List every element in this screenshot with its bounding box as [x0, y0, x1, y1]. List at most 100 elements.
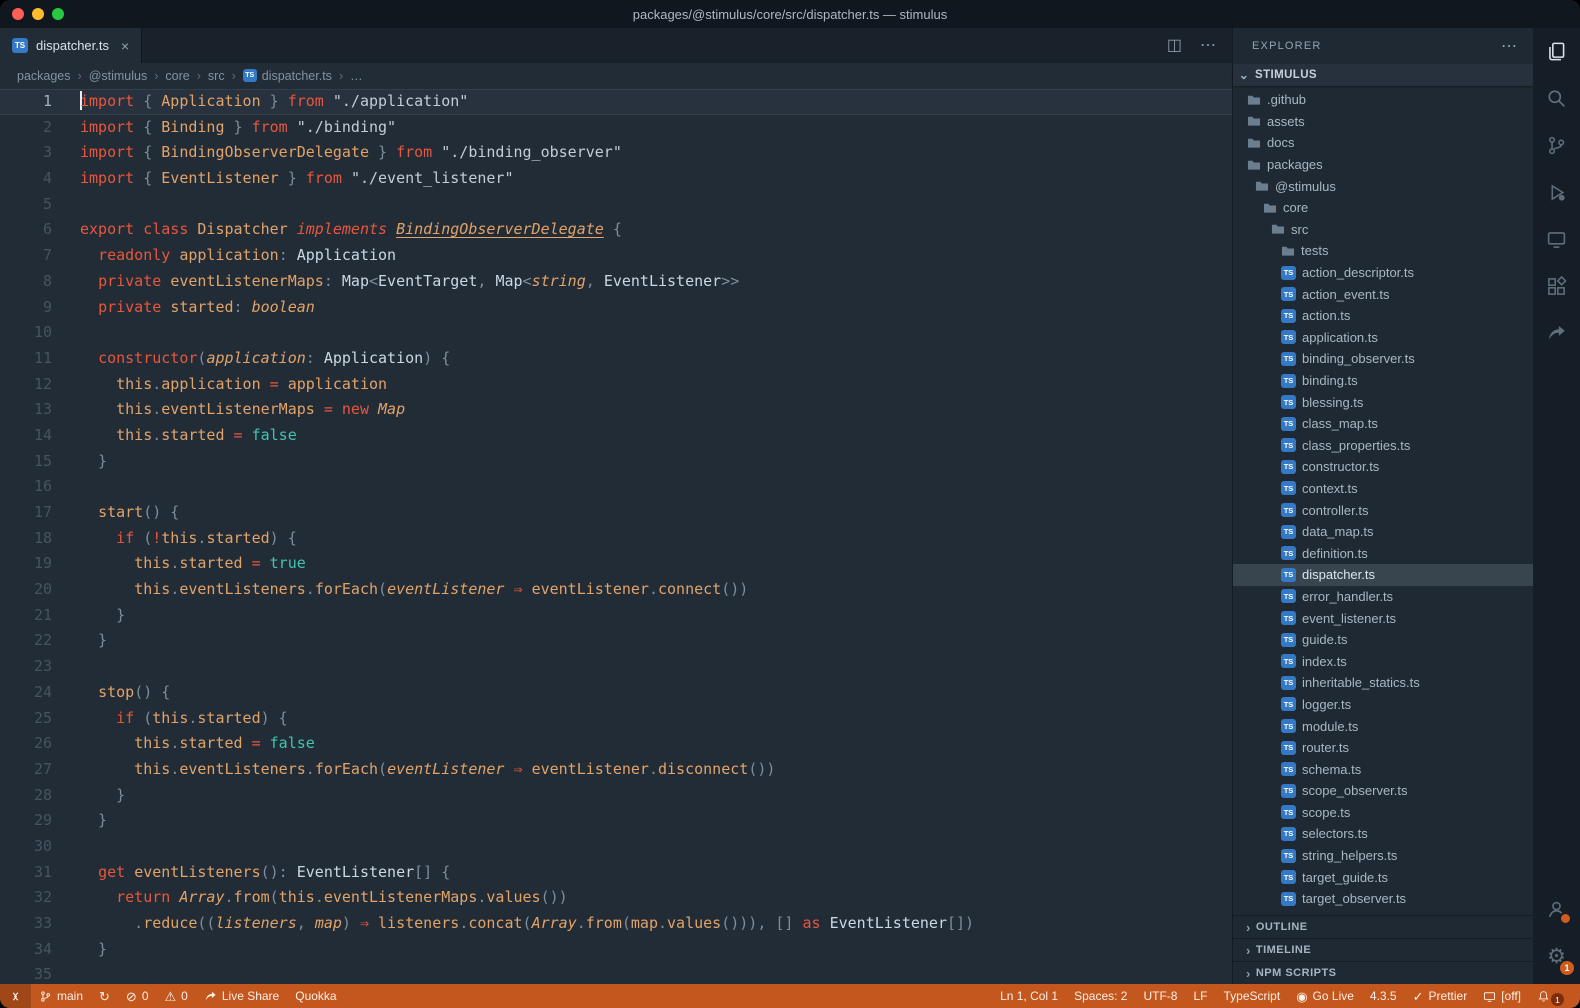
activity-bar: ⚙1	[1533, 28, 1580, 984]
tree-item-label: data_map.ts	[1302, 524, 1374, 539]
activity-run-debug[interactable]	[1533, 169, 1580, 216]
tree-item-guide.ts[interactable]: TSguide.ts	[1233, 629, 1533, 651]
typescript-file-icon: TS	[1281, 417, 1296, 431]
typescript-file-icon: TS	[1281, 611, 1296, 625]
folder-icon	[1247, 158, 1261, 172]
tree-item-packages[interactable]: packages	[1233, 154, 1533, 176]
tree-item-schema.ts[interactable]: TSschema.ts	[1233, 758, 1533, 780]
tree-item-core[interactable]: core	[1233, 197, 1533, 219]
section-label: NPM SCRIPTS	[1256, 967, 1337, 979]
section-outline[interactable]: ›OUTLINE	[1233, 915, 1533, 938]
close-tab-icon[interactable]: ×	[121, 38, 129, 54]
tab-dispatcher[interactable]: TS dispatcher.ts ×	[0, 28, 142, 63]
tree-item-controller.ts[interactable]: TScontroller.ts	[1233, 499, 1533, 521]
tree-item-application.ts[interactable]: TSapplication.ts	[1233, 327, 1533, 349]
activity-explorer[interactable]	[1533, 28, 1580, 75]
tree-item-label: selectors.ts	[1302, 826, 1368, 841]
status-errors[interactable]: ⊘0	[118, 984, 157, 1008]
code-line: 2import { Binding } from "./binding"	[0, 115, 1232, 141]
tree-item-action.ts[interactable]: TSaction.ts	[1233, 305, 1533, 327]
code-line: 32 return Array.from(this.eventListenerM…	[0, 885, 1232, 911]
explorer-more-icon[interactable]: ⋯	[1501, 36, 1517, 56]
status-language-mode[interactable]: TypeScript	[1216, 984, 1289, 1008]
tree-item-docs[interactable]: docs	[1233, 132, 1533, 154]
tree-item-label: blessing.ts	[1302, 395, 1363, 410]
tree-item-logger.ts[interactable]: TSlogger.ts	[1233, 694, 1533, 716]
status-encoding[interactable]: UTF-8	[1135, 984, 1185, 1008]
breadcrumb-item[interactable]: core	[165, 69, 189, 83]
tree-item-event_listener.ts[interactable]: TSevent_listener.ts	[1233, 607, 1533, 629]
tree-item-src[interactable]: src	[1233, 219, 1533, 241]
folder-icon	[1247, 136, 1261, 150]
tree-item-module.ts[interactable]: TSmodule.ts	[1233, 715, 1533, 737]
search-icon	[1546, 88, 1567, 109]
tree-item-@stimulus[interactable]: @stimulus	[1233, 175, 1533, 197]
tree-item-constructor.ts[interactable]: TSconstructor.ts	[1233, 456, 1533, 478]
tree-item-target_observer.ts[interactable]: TStarget_observer.ts	[1233, 888, 1533, 910]
section-stimulus[interactable]: ⌄ STIMULUS	[1233, 64, 1533, 86]
line-number: 22	[0, 628, 80, 654]
tree-item-binding_observer.ts[interactable]: TSbinding_observer.ts	[1233, 348, 1533, 370]
section-timeline[interactable]: ›TIMELINE	[1233, 938, 1533, 961]
tree-item-blessing.ts[interactable]: TSblessing.ts	[1233, 391, 1533, 413]
tree-item-class_properties.ts[interactable]: TSclass_properties.ts	[1233, 435, 1533, 457]
tree-item-.github[interactable]: .github	[1233, 89, 1533, 111]
tree-item-data_map.ts[interactable]: TSdata_map.ts	[1233, 521, 1533, 543]
breadcrumb-item[interactable]: TSdispatcher.ts	[243, 69, 332, 83]
more-actions-icon[interactable]: ⋯	[1200, 38, 1216, 54]
status-live-share[interactable]: Live Share	[196, 984, 287, 1008]
section-npm-scripts[interactable]: ›NPM SCRIPTS	[1233, 961, 1533, 984]
activity-settings[interactable]: ⚙1	[1533, 933, 1580, 980]
line-number: 18	[0, 526, 80, 552]
status-ts-version[interactable]: 4.3.5	[1362, 984, 1405, 1008]
line-number: 27	[0, 757, 80, 783]
tree-item-index.ts[interactable]: TSindex.ts	[1233, 650, 1533, 672]
status-quokka[interactable]: Quokka	[287, 984, 344, 1008]
tree-item-action_descriptor.ts[interactable]: TSaction_descriptor.ts	[1233, 262, 1533, 284]
debug-icon	[1546, 182, 1567, 203]
activity-extensions[interactable]	[1533, 263, 1580, 310]
typescript-file-icon: TS	[1281, 287, 1296, 301]
split-editor-icon[interactable]: ◫	[1167, 38, 1182, 54]
status-bar-left: main↻⊘0⚠0Live ShareQuokka	[0, 984, 345, 1008]
tree-item-selectors.ts[interactable]: TSselectors.ts	[1233, 823, 1533, 845]
tree-item-inheritable_statics.ts[interactable]: TSinheritable_statics.ts	[1233, 672, 1533, 694]
activity-account[interactable]	[1533, 886, 1580, 933]
tree-item-dispatcher.ts[interactable]: TSdispatcher.ts	[1233, 564, 1533, 586]
tree-item-error_handler.ts[interactable]: TSerror_handler.ts	[1233, 586, 1533, 608]
activity-remote-explorer[interactable]	[1533, 216, 1580, 263]
breadcrumb-item[interactable]: @stimulus	[89, 69, 148, 83]
activity-live-share[interactable]	[1533, 310, 1580, 357]
activity-source-control[interactable]	[1533, 122, 1580, 169]
status-cursor-position[interactable]: Ln 1, Col 1	[992, 984, 1066, 1008]
code-line: 20 this.eventListeners.forEach(eventList…	[0, 577, 1232, 603]
tree-item-router.ts[interactable]: TSrouter.ts	[1233, 737, 1533, 759]
tree-item-target_guide.ts[interactable]: TStarget_guide.ts	[1233, 866, 1533, 888]
status-go-live[interactable]: ◉Go Live	[1288, 984, 1362, 1008]
status-eol[interactable]: LF	[1185, 984, 1215, 1008]
tree-item-binding.ts[interactable]: TSbinding.ts	[1233, 370, 1533, 392]
status-screencast[interactable]: [off]	[1475, 984, 1529, 1008]
tree-item-scope_observer.ts[interactable]: TSscope_observer.ts	[1233, 780, 1533, 802]
tree-item-string_helpers.ts[interactable]: TSstring_helpers.ts	[1233, 845, 1533, 867]
code-line: 10	[0, 320, 1232, 346]
tree-item-scope.ts[interactable]: TSscope.ts	[1233, 802, 1533, 824]
status-remote-indicator[interactable]	[0, 984, 31, 1008]
tree-item-definition.ts[interactable]: TSdefinition.ts	[1233, 542, 1533, 564]
breadcrumb-item[interactable]: packages	[17, 69, 71, 83]
status-warnings[interactable]: ⚠0	[157, 984, 196, 1008]
breadcrumb-item[interactable]: src	[208, 69, 225, 83]
code-editor[interactable]: 1import { Application } from "./applicat…	[0, 88, 1232, 984]
tree-item-context.ts[interactable]: TScontext.ts	[1233, 478, 1533, 500]
status-prettier[interactable]: ✓Prettier	[1405, 984, 1476, 1008]
tree-item-class_map.ts[interactable]: TSclass_map.ts	[1233, 413, 1533, 435]
tree-item-action_event.ts[interactable]: TSaction_event.ts	[1233, 283, 1533, 305]
status-indentation[interactable]: Spaces: 2	[1066, 984, 1135, 1008]
status-branch[interactable]: main	[31, 984, 91, 1008]
status-notifications[interactable]: 1	[1529, 984, 1572, 1008]
activity-search[interactable]	[1533, 75, 1580, 122]
breadcrumb-item[interactable]: …	[350, 69, 363, 83]
tree-item-assets[interactable]: assets	[1233, 111, 1533, 133]
status-sync[interactable]: ↻	[91, 984, 118, 1008]
tree-item-tests[interactable]: tests	[1233, 240, 1533, 262]
